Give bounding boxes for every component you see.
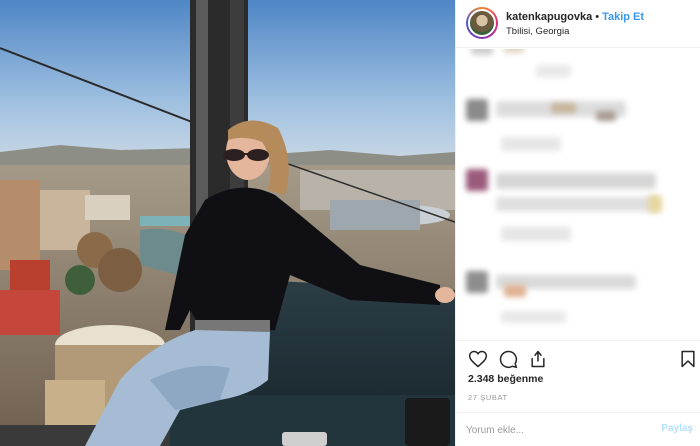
add-comment-bar: Paylaş [456, 412, 700, 446]
comment-button[interactable] [498, 349, 518, 369]
username-line: katenkapugovka • Takip Et [506, 11, 644, 23]
likes-count[interactable]: 2.348 beğenme [468, 373, 543, 385]
save-button[interactable] [678, 349, 698, 369]
post-photo-image [0, 0, 455, 446]
follow-button[interactable]: Takip Et [602, 11, 644, 23]
username-link[interactable]: katenkapugovka [506, 11, 592, 23]
post-header: katenkapugovka • Takip Et Tbilisi, Georgia [456, 0, 700, 48]
comment-input[interactable] [466, 421, 646, 439]
post-photo[interactable] [0, 0, 455, 446]
bookmark-icon [681, 350, 695, 368]
post-sidebar: katenkapugovka • Takip Et Tbilisi, Georgia [455, 0, 700, 446]
heart-icon [468, 350, 488, 368]
avatar-image [468, 9, 496, 37]
share-button[interactable] [528, 349, 548, 369]
post-comment-button[interactable]: Paylaş [661, 423, 693, 434]
comment-icon [499, 350, 518, 369]
like-button[interactable] [468, 349, 488, 369]
location-link[interactable]: Tbilisi, Georgia [506, 26, 569, 37]
avatar[interactable] [466, 7, 498, 39]
separator-dot: • [595, 11, 600, 23]
comments-list[interactable] [456, 49, 700, 329]
share-icon [531, 350, 545, 368]
action-bar [456, 340, 700, 374]
post-date[interactable]: 27 ŞUBAT [468, 393, 508, 402]
